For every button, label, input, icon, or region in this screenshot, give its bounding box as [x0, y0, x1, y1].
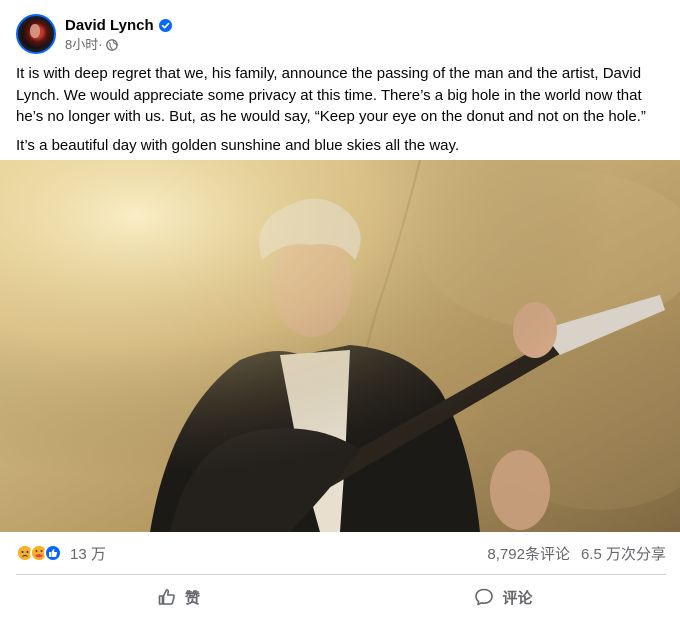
like-reaction-icon	[44, 544, 62, 562]
author-name[interactable]: David Lynch	[65, 16, 154, 35]
post-timestamp[interactable]: 8小时	[65, 37, 98, 53]
author-name-row: David Lynch	[65, 16, 172, 35]
reactions-summary[interactable]: 13 万	[16, 543, 106, 564]
comment-button-label: 评论	[502, 589, 533, 607]
thumbs-up-icon	[158, 589, 175, 605]
author-meta: David Lynch 8小时 ·	[65, 16, 172, 53]
post-paragraph: It is with deep regret that we, his fami…	[16, 65, 646, 125]
post-paragraph: It’s a beautiful day with golden sunshin…	[16, 136, 460, 154]
comment-button[interactable]: 评论	[341, 578, 666, 616]
globe-icon	[105, 38, 118, 51]
comment-bubble-icon	[475, 588, 494, 606]
post-header: David Lynch 8小时 ·	[16, 12, 172, 56]
reactions-count[interactable]: 13 万	[70, 543, 106, 564]
post-stats: 13 万 8,792条评论 6.5 万次分享	[16, 540, 666, 566]
verified-badge-icon	[158, 18, 172, 32]
comments-count[interactable]: 8,792条评论	[487, 543, 570, 564]
post-time-row: 8小时 ·	[65, 37, 172, 53]
avatar-face	[30, 24, 40, 38]
engagement-stats: 8,792条评论 6.5 万次分享	[487, 543, 666, 564]
stats-divider	[16, 574, 666, 575]
post-photo[interactable]	[0, 160, 680, 532]
post-actions: 赞 评论	[16, 578, 666, 616]
like-button-label: 赞	[184, 589, 200, 607]
author-avatar[interactable]	[16, 14, 56, 54]
time-separator: ·	[98, 36, 103, 52]
like-button[interactable]: 赞	[16, 578, 341, 616]
shares-count[interactable]: 6.5 万次分享	[581, 543, 666, 564]
post-text: It is with deep regret that we, his fami…	[16, 63, 666, 163]
facebook-post: David Lynch 8小时 · It is with deep regret…	[0, 0, 680, 621]
photo-illustration	[0, 160, 680, 532]
